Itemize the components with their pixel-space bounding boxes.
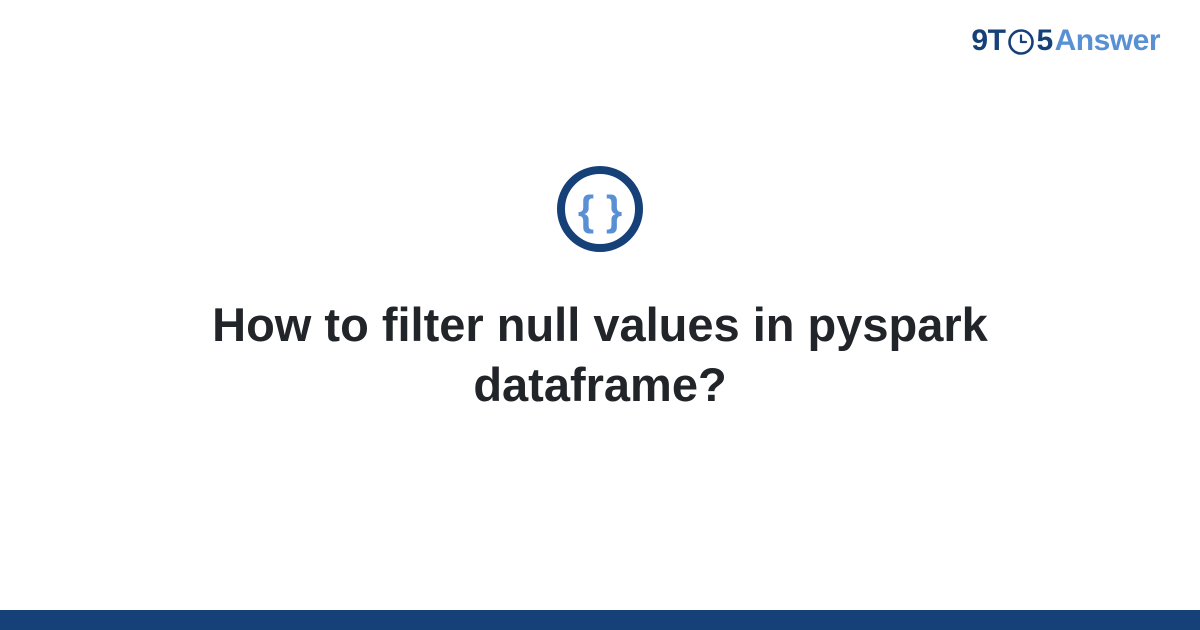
main-content: { } How to filter null values in pyspark…: [0, 0, 1200, 610]
page-title: How to filter null values in pyspark dat…: [100, 295, 1100, 415]
footer-accent-bar: [0, 610, 1200, 630]
braces-icon: { }: [556, 165, 644, 253]
svg-text:{ }: { }: [578, 187, 622, 234]
